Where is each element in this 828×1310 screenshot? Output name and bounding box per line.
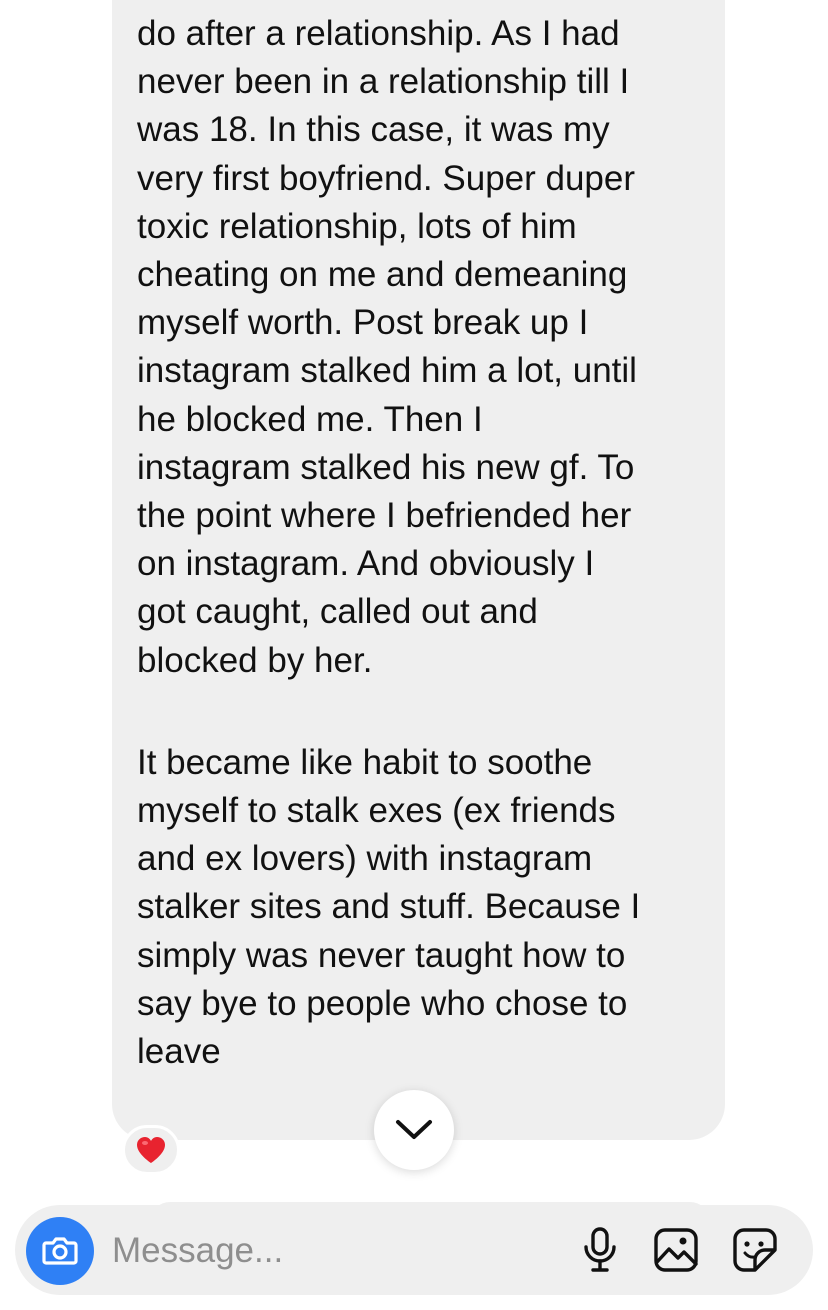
camera-button[interactable] — [26, 1217, 94, 1285]
chevron-down-icon — [396, 1120, 432, 1139]
message-text: do after a relationship. As I had never … — [137, 10, 712, 1076]
camera-icon — [42, 1237, 78, 1265]
message-paragraph-2: It became like habit to soothe myself to… — [137, 742, 641, 1072]
message-input[interactable] — [112, 1223, 552, 1279]
scroll-to-bottom-button[interactable] — [374, 1090, 454, 1170]
heart-icon — [137, 1137, 165, 1163]
image-icon — [654, 1228, 698, 1272]
microphone-icon — [584, 1227, 616, 1272]
dm-conversation-screen: do after a relationship. As I had never … — [0, 0, 828, 1310]
voice-message-button[interactable] — [574, 1224, 626, 1276]
gallery-button[interactable] — [650, 1224, 702, 1276]
message-paragraph-1: do after a relationship. As I had never … — [137, 14, 637, 680]
sticker-icon — [733, 1228, 777, 1272]
sticker-button[interactable] — [729, 1224, 781, 1276]
heart-reaction[interactable] — [122, 1125, 180, 1175]
